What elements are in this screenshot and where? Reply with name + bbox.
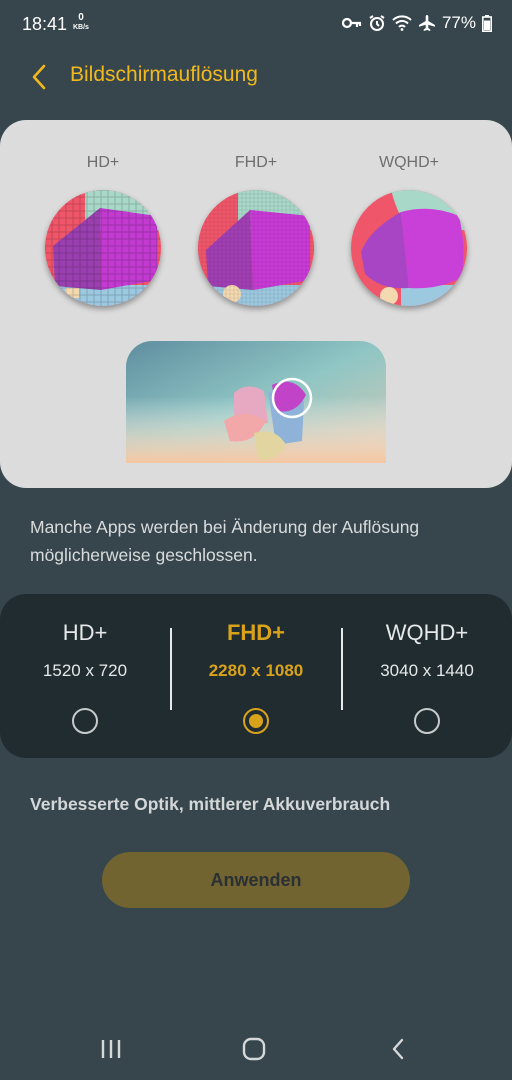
- preview-lens-wqhd: [351, 190, 467, 306]
- vpn-key-icon: [341, 16, 362, 30]
- net-speed: 0 KB/s: [73, 13, 89, 32]
- radio-button-fhd[interactable]: [243, 708, 269, 734]
- preview-label-hd: HD+: [86, 154, 120, 171]
- resolution-name: WQHD+: [385, 620, 469, 645]
- status-bar: 18:41 0 KB/s 77%: [0, 0, 512, 50]
- airplane-icon: [418, 14, 436, 32]
- navigation-bar: [0, 1020, 512, 1080]
- app-restart-note: Manche Apps werden bei Änderung der Aufl…: [30, 517, 420, 565]
- resolution-selector: HD+ 1520 x 720 FHD+ 2280 x 1080 WQHD+ 30…: [0, 594, 512, 758]
- resolution-preview-card: HD+ FHD+ WQHD+: [0, 120, 512, 488]
- home-button[interactable]: [234, 1034, 274, 1064]
- preview-wallpaper-image: [126, 341, 386, 463]
- preview-lens-hd: [45, 190, 161, 306]
- header: Bildschirmauflösung: [0, 56, 512, 100]
- resolution-size: 1520 x 720: [42, 661, 128, 680]
- radio-button-wqhd[interactable]: [414, 708, 440, 734]
- recents-button[interactable]: [91, 1034, 131, 1064]
- preview-lens-fhd: [198, 190, 314, 306]
- net-speed-value: 0: [78, 12, 84, 23]
- resolution-name: FHD+: [226, 620, 286, 645]
- status-time: 18:41: [22, 14, 68, 34]
- resolution-name: HD+: [62, 620, 108, 645]
- battery-icon: [482, 14, 492, 32]
- page-title: Bildschirmauflösung: [70, 63, 258, 86]
- back-button[interactable]: [24, 62, 54, 92]
- resolution-option-fhd[interactable]: FHD+ 2280 x 1080: [171, 594, 341, 758]
- resolution-size: 2280 x 1080: [208, 661, 304, 680]
- net-speed-unit: KB/s: [73, 24, 89, 31]
- radio-button-hd[interactable]: [72, 708, 98, 734]
- recents-icon: [101, 1040, 121, 1058]
- status-icons: 77%: [341, 13, 492, 33]
- resolution-option-wqhd[interactable]: WQHD+ 3040 x 1440: [342, 594, 512, 758]
- preview-label-fhd: FHD+: [234, 154, 278, 171]
- apply-button[interactable]: Anwenden: [102, 852, 410, 908]
- resolution-description: Verbesserte Optik, mittlerer Akkuverbrau…: [30, 794, 391, 814]
- home-icon: [242, 1037, 266, 1061]
- wifi-icon: [392, 15, 412, 31]
- back-icon: [392, 1038, 404, 1060]
- resolution-option-hd[interactable]: HD+ 1520 x 720: [0, 594, 170, 758]
- chevron-left-icon: [32, 64, 46, 90]
- back-nav-button[interactable]: [378, 1034, 418, 1064]
- preview-label-wqhd: WQHD+: [379, 154, 439, 171]
- battery-text: 77%: [441, 13, 476, 32]
- alarm-icon: [368, 14, 386, 32]
- resolution-size: 3040 x 1440: [380, 661, 474, 680]
